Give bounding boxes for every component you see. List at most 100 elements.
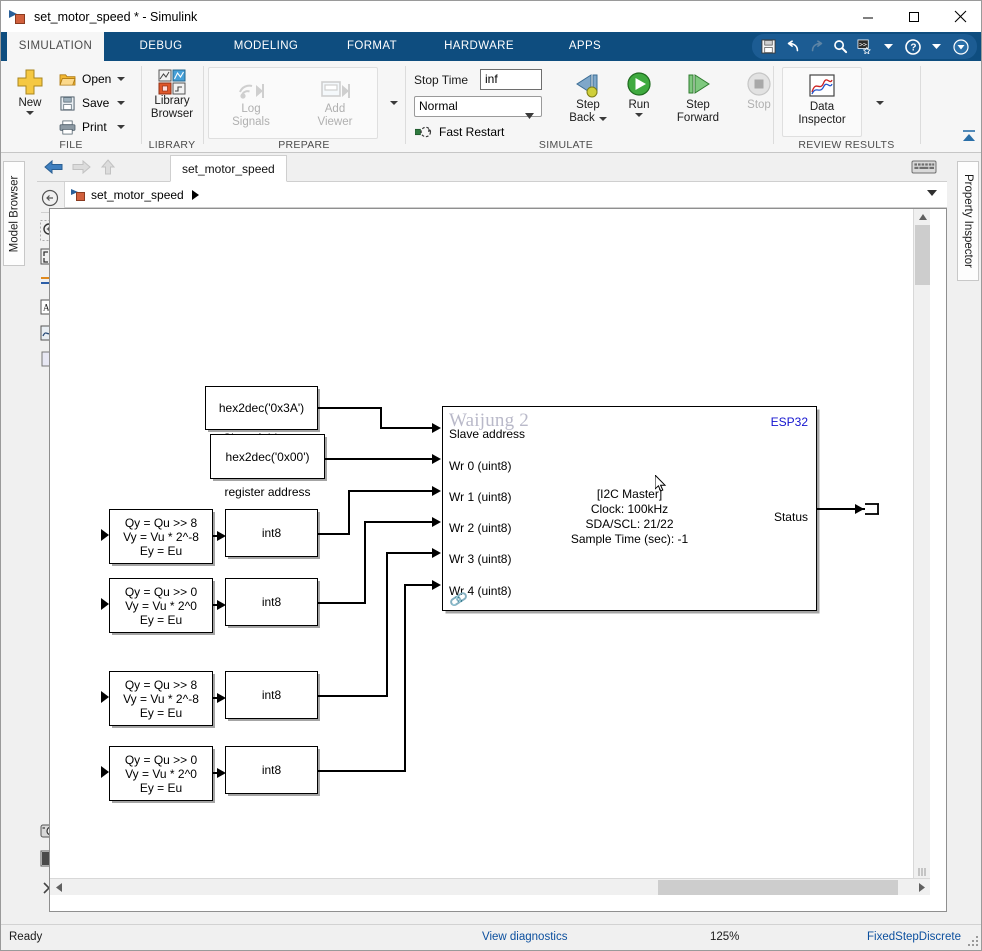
- window-controls: [845, 1, 981, 32]
- input-port-label-slave-address: Slave address: [449, 427, 526, 441]
- prepare-more-caret[interactable]: [390, 101, 398, 105]
- shift-block-2-line1: Qy = Qu >> 0: [124, 584, 198, 599]
- review-more-caret[interactable]: [876, 101, 884, 105]
- vertical-scroll-thumb[interactable]: [915, 225, 930, 285]
- stop-time-input[interactable]: inf: [480, 69, 542, 90]
- cast-block-4[interactable]: int8: [225, 746, 318, 794]
- resize-grip[interactable]: [968, 936, 980, 948]
- step-back-label-2: Back: [569, 112, 595, 124]
- maximize-button[interactable]: [891, 1, 937, 32]
- command-favorites-icon[interactable]: >>: [856, 38, 873, 55]
- library-browser-label-1: Library: [154, 95, 190, 107]
- shift-inport-1: [101, 529, 109, 541]
- cast-block-3[interactable]: int8: [225, 671, 318, 719]
- terminator-block[interactable]: [865, 499, 883, 519]
- open-dropdown-caret[interactable]: [117, 77, 125, 81]
- constant-block-slave-address[interactable]: hex2dec('0x3A'): [205, 386, 318, 430]
- tab-format[interactable]: FORMAT: [322, 32, 422, 61]
- save-button[interactable]: Save: [59, 93, 109, 113]
- print-dropdown-caret[interactable]: [117, 125, 125, 129]
- step-back-button[interactable]: Step Back: [558, 71, 618, 125]
- new-dropdown-caret[interactable]: [26, 111, 34, 115]
- quick-access-dropdown-caret[interactable]: [880, 38, 897, 55]
- close-button[interactable]: [937, 1, 981, 32]
- shift-block-1-line1: Qy = Qu >> 8: [124, 515, 198, 530]
- simulation-mode-value: Normal: [419, 99, 458, 113]
- tab-modeling[interactable]: MODELING: [216, 32, 316, 61]
- canvas-vertical-scrollbar[interactable]: [913, 209, 930, 895]
- ribbon-collapse-icon[interactable]: [952, 38, 969, 55]
- keyboard-icon[interactable]: [911, 158, 937, 176]
- shift-block-3-line1: Qy = Qu >> 8: [124, 677, 198, 692]
- ribbon-tab-strip: SIMULATION DEBUG MODELING FORMAT HARDWAR…: [1, 32, 981, 61]
- shift-block-4[interactable]: Qy = Qu >> 0 Vy = Vu * 2^0 Ey = Eu: [109, 746, 213, 801]
- open-label: Open: [82, 72, 112, 86]
- scroll-right-button[interactable]: [913, 879, 930, 895]
- ribbon-group-file: New Open Save Print FILE: [1, 61, 141, 153]
- chevron-down-icon[interactable]: [927, 190, 937, 196]
- data-inspector-button[interactable]: Data Inspector: [784, 73, 860, 127]
- mouse-cursor: [654, 473, 667, 493]
- solver-label[interactable]: FixedStepDiscrete: [867, 931, 961, 943]
- run-button[interactable]: Run: [614, 71, 664, 117]
- log-signals-label-2: Signals: [232, 116, 270, 128]
- svg-text:>>: >>: [859, 41, 867, 49]
- shift-block-3[interactable]: Qy = Qu >> 8 Vy = Vu * 2^-8 Ey = Eu: [109, 671, 213, 726]
- print-button[interactable]: Print: [59, 117, 107, 137]
- mask-link-icon: 🔗: [448, 589, 470, 609]
- redo-icon[interactable]: [808, 38, 825, 55]
- tab-simulation[interactable]: SIMULATION: [7, 32, 104, 61]
- model-canvas[interactable]: hex2dec('0x3A') Slave Address hex2dec('0…: [50, 209, 930, 895]
- open-button[interactable]: Open: [59, 69, 111, 89]
- new-button[interactable]: New: [7, 67, 53, 115]
- save-icon[interactable]: [760, 38, 777, 55]
- breadcrumb-model-name[interactable]: set_motor_speed: [91, 188, 184, 202]
- zoom-level[interactable]: 125%: [710, 931, 739, 943]
- constant-block-register-address[interactable]: hex2dec('0x00'): [210, 434, 325, 479]
- help-icon[interactable]: ?: [904, 38, 921, 55]
- scroll-up-button[interactable]: [914, 209, 930, 225]
- shift-block-4-line1: Qy = Qu >> 0: [124, 752, 198, 767]
- help-dropdown-caret[interactable]: [928, 38, 945, 55]
- breadcrumb: set_motor_speed: [65, 182, 947, 208]
- undo-icon[interactable]: [784, 38, 801, 55]
- ribbon-group-library: Library Browser LIBRARY: [142, 61, 202, 153]
- back-arrow-icon[interactable]: [43, 158, 65, 178]
- shift-block-2[interactable]: Qy = Qu >> 0 Vy = Vu * 2^0 Ey = Eu: [109, 578, 213, 633]
- canvas-horizontal-scrollbar[interactable]: [50, 878, 930, 895]
- tab-hardware[interactable]: HARDWARE: [429, 32, 529, 61]
- scroll-left-button[interactable]: [50, 879, 67, 895]
- tab-apps[interactable]: APPS: [535, 32, 635, 61]
- view-diagnostics-link[interactable]: View diagnostics: [482, 931, 567, 943]
- minimize-button[interactable]: [845, 1, 891, 32]
- simulink-model-icon: [71, 188, 87, 202]
- model-toolbar: set_motor_speed: [37, 153, 947, 182]
- property-inspector-label: Property Inspector: [962, 174, 974, 268]
- cast-block-2[interactable]: int8: [225, 578, 318, 626]
- model-browser-tab[interactable]: Model Browser: [3, 161, 25, 266]
- document-tab[interactable]: set_motor_speed: [170, 155, 287, 182]
- simulink-model-icon: [9, 9, 27, 25]
- step-forward-button[interactable]: Step Forward: [664, 71, 732, 125]
- add-viewer-label-1: Add: [324, 103, 346, 115]
- property-inspector-tab[interactable]: Property Inspector: [957, 161, 979, 281]
- add-viewer-button[interactable]: Add Viewer: [304, 75, 366, 129]
- horizontal-scroll-thumb[interactable]: [658, 880, 898, 895]
- ribbon-scroll-up-icon[interactable]: [961, 129, 977, 146]
- library-browser-button[interactable]: Library Browser: [142, 69, 202, 121]
- shift-block-1[interactable]: Qy = Qu >> 8 Vy = Vu * 2^-8 Ey = Eu: [109, 509, 213, 564]
- run-dropdown-caret[interactable]: [635, 113, 643, 117]
- log-signals-button[interactable]: Log Signals: [220, 75, 282, 129]
- step-back-dropdown-caret[interactable]: [598, 116, 607, 121]
- search-icon[interactable]: [832, 38, 849, 55]
- navigate-up-icon[interactable]: [40, 188, 62, 210]
- save-dropdown-caret[interactable]: [117, 101, 125, 105]
- i2c-master-block[interactable]: Waijung 2 ESP32 Slave address Wr 0 (uint…: [442, 406, 817, 611]
- cast-block-1[interactable]: int8: [225, 509, 318, 557]
- status-bar: Ready View diagnostics 125% FixedStepDis…: [1, 924, 981, 950]
- shift-block-4-line3: Ey = Eu: [139, 780, 183, 795]
- i2c-center-line3: SDA/SCL: 21/22: [585, 517, 674, 531]
- tab-debug[interactable]: DEBUG: [111, 32, 211, 61]
- simulation-mode-select[interactable]: Normal: [414, 96, 542, 119]
- stop-time-label: Stop Time: [414, 73, 469, 87]
